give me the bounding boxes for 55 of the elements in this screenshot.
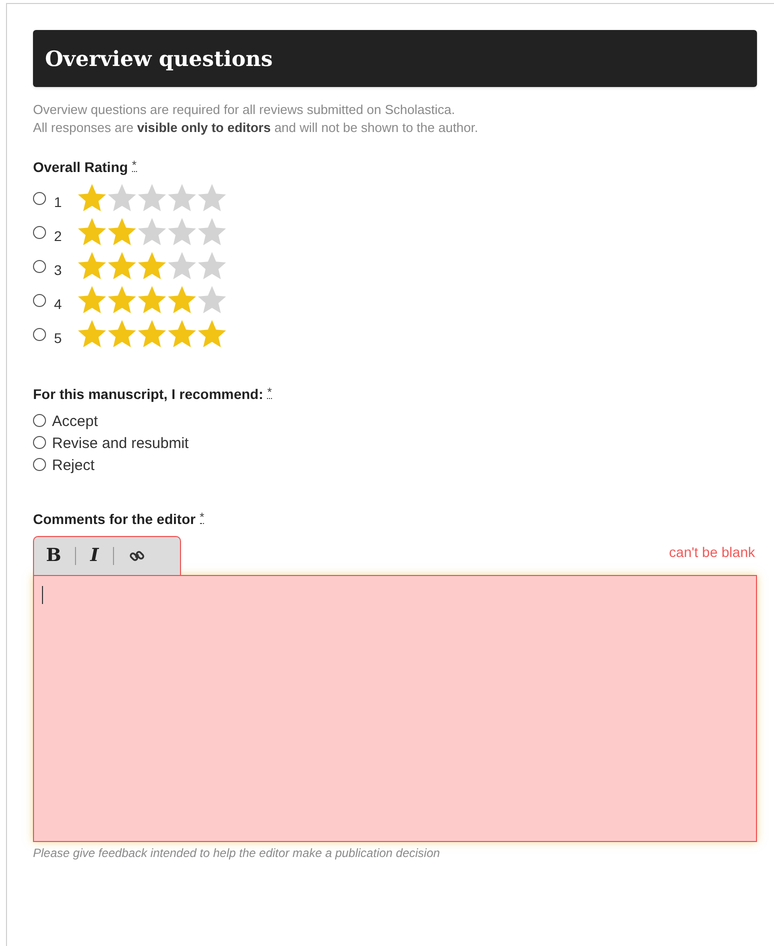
star-icon xyxy=(138,286,166,314)
rating-value: 1 xyxy=(54,192,63,212)
radio-button[interactable] xyxy=(33,226,46,238)
intro-text: All responses are visible only to editors and will not be shown to the author. xyxy=(33,119,480,137)
star-icon xyxy=(108,184,136,212)
required-mark: * xyxy=(132,159,137,172)
star-icon xyxy=(138,218,166,246)
star-icon xyxy=(78,184,106,212)
italic-button[interactable]: I xyxy=(86,547,103,565)
star-icon xyxy=(198,184,226,212)
radio-button[interactable] xyxy=(33,192,46,204)
star-icon xyxy=(168,286,196,314)
star-icon xyxy=(198,218,226,246)
rating-value: 4 xyxy=(54,294,63,314)
star-icon xyxy=(138,320,166,348)
star-icon xyxy=(198,286,226,314)
star-icon xyxy=(78,218,106,246)
star-icon xyxy=(168,320,196,348)
radio-button[interactable] xyxy=(33,414,46,426)
star-icon xyxy=(78,286,106,314)
star-icon xyxy=(108,320,136,348)
field-label: Comments for the editor xyxy=(33,510,196,529)
rating-value: 3 xyxy=(54,260,63,280)
star-icon xyxy=(138,184,166,212)
radio-button[interactable] xyxy=(33,294,46,306)
rating-value: 2 xyxy=(54,226,63,246)
radio-button[interactable] xyxy=(33,436,46,448)
radio-button[interactable] xyxy=(33,458,46,470)
radio-button[interactable] xyxy=(33,260,46,272)
star-icon xyxy=(198,252,226,280)
section-title: Overview questions xyxy=(45,44,273,73)
star-icon xyxy=(168,184,196,212)
star-icon xyxy=(78,252,106,280)
star-icon xyxy=(168,252,196,280)
help-text: Please give feedback intended to help the editor make a publication decision xyxy=(33,845,441,862)
intro-text: Overview questions are required for all reviews submitted on Scholastica. xyxy=(33,101,456,119)
error-message: can't be blank xyxy=(669,543,755,562)
star-icon xyxy=(198,320,226,348)
option-label: Revise and resubmit xyxy=(52,434,189,454)
radio-button[interactable] xyxy=(33,328,46,340)
star-icon xyxy=(138,252,166,280)
rating-value: 5 xyxy=(54,328,63,348)
field-label: Overall Rating xyxy=(33,158,128,177)
star-icon xyxy=(108,218,136,246)
field-label: For this manuscript, I recommend: xyxy=(33,385,264,404)
text-cursor xyxy=(42,586,43,604)
required-mark: * xyxy=(200,511,204,524)
option-label: Accept xyxy=(52,412,98,432)
star-icon xyxy=(78,320,106,348)
required-mark: * xyxy=(267,386,272,399)
star-icon xyxy=(108,252,136,280)
star-icon xyxy=(168,218,196,246)
star-icon xyxy=(108,286,136,314)
option-label: Reject xyxy=(52,456,95,476)
bold-button[interactable]: B xyxy=(42,547,66,565)
